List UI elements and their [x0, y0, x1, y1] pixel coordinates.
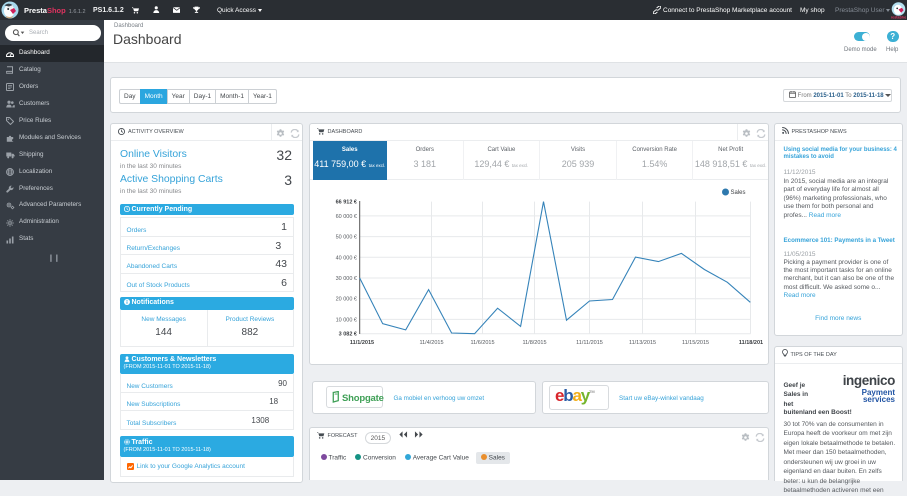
svg-text:Sales: Sales — [730, 190, 745, 196]
svg-text:11/11/2015: 11/11/2015 — [576, 340, 603, 346]
svg-text:40 000 €: 40 000 € — [335, 255, 356, 261]
svg-text:11/6/2015: 11/6/2015 — [470, 340, 494, 346]
svg-text:11/15/2015: 11/15/2015 — [681, 340, 708, 346]
svg-text:60 000 €: 60 000 € — [335, 213, 356, 219]
svg-text:11/13/2015: 11/13/2015 — [628, 340, 655, 346]
svg-text:20 000 €: 20 000 € — [335, 296, 356, 302]
svg-text:10 000 €: 10 000 € — [335, 317, 356, 323]
svg-text:66 912 €: 66 912 € — [335, 199, 356, 205]
svg-text:30 000 €: 30 000 € — [335, 276, 356, 282]
svg-text:50 000 €: 50 000 € — [335, 234, 356, 240]
svg-text:3 082 €: 3 082 € — [338, 331, 356, 337]
svg-text:PrestaShop: PrestaShop — [891, 15, 906, 19]
svg-text:11/4/2015: 11/4/2015 — [419, 340, 443, 346]
svg-text:11/1/2015: 11/1/2015 — [349, 340, 373, 346]
svg-text:11/18/201: 11/18/201 — [738, 340, 762, 346]
svg-text:11/8/2015: 11/8/2015 — [522, 340, 546, 346]
